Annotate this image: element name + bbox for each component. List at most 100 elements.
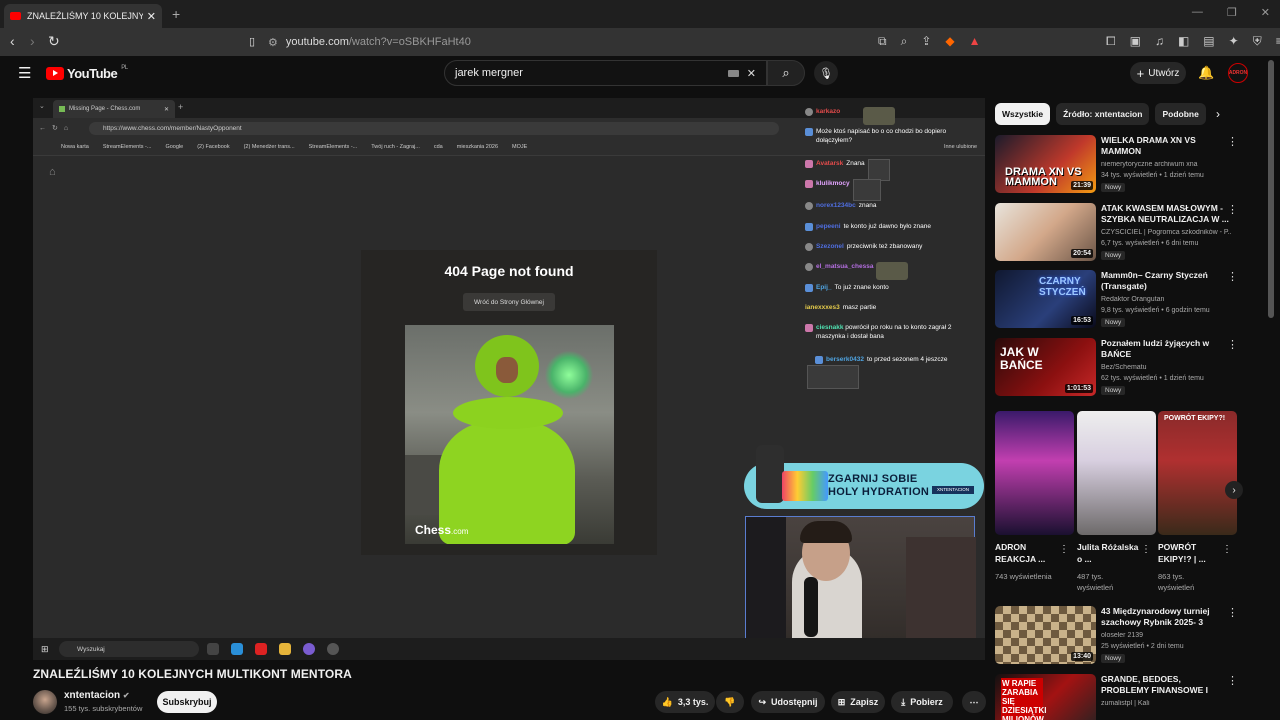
minimize-icon[interactable]: — — [1192, 6, 1203, 19]
streamer-hair — [800, 521, 852, 543]
rec-channel[interactable]: niemerytoryczne archiwum xna — [1101, 161, 1231, 168]
page-scrollbar[interactable] — [1268, 60, 1274, 318]
create-button[interactable]: + Utwórz — [1130, 62, 1186, 84]
recommendation-item[interactable]: DRAMA XN VS MAMMON 21:39 WIELKA DRAMA XN… — [995, 135, 1265, 197]
rec-title[interactable]: WIELKA DRAMA XN VS MAMMON — [1101, 135, 1229, 157]
recommendation-item[interactable]: W RAPIE ZARABIA SIĘ DZIESIĄTKI MILIONÓW … — [995, 674, 1265, 720]
search-button[interactable]: ⌕ — [767, 60, 805, 86]
rec-thumbnail[interactable]: 13:40 — [995, 606, 1096, 664]
voice-search-button[interactable]: 🎙 — [814, 61, 838, 85]
short-menu-icon[interactable]: ⋮ — [1141, 544, 1151, 555]
short-title[interactable]: Julita Różalska o ... — [1077, 541, 1141, 565]
rec-channel[interactable]: zumalistpl | Kali — [1101, 700, 1231, 707]
rec-channel[interactable]: Bez/Schematu — [1101, 364, 1231, 371]
stream-nav-icons: ←↻⌂ — [39, 125, 75, 132]
maximize-icon[interactable]: ❐ — [1227, 6, 1237, 19]
like-button[interactable]: 👍 3,3 tys. — [655, 691, 715, 713]
brave-shields-icon[interactable]: ◆ — [945, 34, 954, 49]
short-title[interactable]: ADRON REAKCJA ... — [995, 541, 1059, 565]
share-button[interactable]: ↪ Udostępnij — [751, 691, 825, 713]
hamburger-menu-icon[interactable]: ☰ — [18, 64, 31, 82]
thumb-text: W RAPIE ZARABIA SIĘ DZIESIĄTKI MILIONÓW — [1001, 678, 1046, 720]
duration-badge: 1:01:53 — [1064, 384, 1093, 393]
clear-search-icon[interactable]: ✕ — [747, 67, 756, 80]
recommendation-item[interactable]: 13:40 43 Międzynarodowy turniej szachowy… — [995, 606, 1265, 668]
rec-thumbnail[interactable]: CZARNY STYCZEŃ 16:53 — [995, 270, 1096, 328]
rec-menu-icon[interactable]: ⋮ — [1227, 338, 1238, 351]
reload-icon[interactable]: ↻ — [48, 33, 60, 50]
vpn-icon[interactable]: ⛨ — [1253, 34, 1262, 49]
short-menu-icon[interactable]: ⋮ — [1222, 544, 1232, 555]
rec-channel[interactable]: CZYŚCICIEL | Pogromca szkodników - P... — [1101, 229, 1231, 236]
account-avatar[interactable]: ADRON — [1228, 63, 1248, 83]
rec-channel[interactable]: oloseler 2139 — [1101, 632, 1231, 639]
dislike-button[interactable]: 👎 — [716, 691, 744, 713]
ad-brand: XNTENTACION — [932, 486, 974, 494]
rec-channel[interactable]: Redaktor Orangutan — [1101, 296, 1231, 303]
browser-tab[interactable]: ZNALEŹLIŚMY 10 KOLEJNYCH M ✕ — [4, 4, 162, 28]
wallet-icon[interactable]: ▤ — [1203, 34, 1214, 49]
recommendation-item[interactable]: 20:54 ATAK KWASEM MASŁOWYM - SZYBKA NEUT… — [995, 203, 1265, 265]
extensions-icon[interactable]: ⧠ — [1106, 34, 1116, 49]
screenshot-icon[interactable]: ▣ — [1130, 34, 1141, 49]
rec-title[interactable]: ATAK KWASEM MASŁOWYM - SZYBKA NEUTRALIZA… — [1101, 203, 1229, 225]
back-icon[interactable]: ‹ — [10, 33, 15, 49]
recommendation-item[interactable]: JAK W BAŃCE 1:01:53 Poznałem ludzi żyjąc… — [995, 338, 1265, 400]
channel-avatar[interactable] — [33, 690, 57, 714]
rec-title[interactable]: GRANDE, BEDOES, PROBLEMY FINANSOWE I EGO… — [1101, 674, 1229, 698]
subscribe-button[interactable]: Subskrybuj — [157, 691, 217, 713]
bookmark-icon[interactable]: ▯ — [249, 35, 255, 48]
close-window-icon[interactable]: ✕ — [1261, 6, 1270, 19]
duration-badge: 13:40 — [1071, 652, 1093, 661]
save-button[interactable]: ⊞ Zapisz — [831, 691, 885, 713]
music-icon[interactable]: ♫ — [1155, 34, 1164, 49]
sidebar-icon[interactable]: ◧ — [1178, 34, 1189, 49]
notifications-bell-icon[interactable]: 🔔 — [1198, 65, 1214, 81]
rec-title[interactable]: 43 Międzynarodowy turniej szachowy Rybni… — [1101, 606, 1229, 628]
rec-thumbnail[interactable]: JAK W BAŃCE 1:01:53 — [995, 338, 1096, 396]
rec-menu-icon[interactable]: ⋮ — [1227, 135, 1238, 148]
youtube-logo[interactable]: YouTube PL — [46, 65, 128, 81]
rec-menu-icon[interactable]: ⋮ — [1227, 203, 1238, 216]
menu-icon[interactable]: ≡ — [1276, 34, 1280, 49]
rec-thumbnail[interactable]: W RAPIE ZARABIA SIĘ DZIESIĄTKI MILIONÓW — [995, 674, 1096, 720]
zoom-icon[interactable]: ⌕ — [901, 34, 908, 49]
short-menu-icon[interactable]: ⋮ — [1059, 544, 1069, 555]
rec-title[interactable]: Poznałem ludzi żyjących w BAŃCE — [1101, 338, 1229, 360]
chevron-right-icon[interactable]: › — [1216, 107, 1220, 121]
download-button[interactable]: ⤓ Pobierz — [891, 691, 953, 713]
share-page-icon[interactable]: ⇪ — [921, 34, 931, 49]
new-tab-icon[interactable]: + — [172, 6, 180, 22]
rec-menu-icon[interactable]: ⋮ — [1227, 270, 1238, 283]
chip-related[interactable]: Podobne — [1155, 103, 1206, 125]
keyboard-icon[interactable] — [727, 69, 739, 77]
brave-rewards-icon[interactable]: ▲ — [969, 34, 981, 49]
rec-thumbnail[interactable]: 20:54 — [995, 203, 1096, 261]
short-thumbnail[interactable] — [995, 411, 1074, 535]
channel-name[interactable]: xntentacion ✔ — [64, 690, 130, 701]
close-tab-icon[interactable]: ✕ — [147, 10, 156, 23]
rec-menu-icon[interactable]: ⋮ — [1227, 606, 1238, 619]
short-thumbnail[interactable] — [1077, 411, 1156, 535]
shorts-next-icon[interactable]: › — [1225, 481, 1243, 499]
site-info-icon[interactable]: ⚙ — [268, 36, 278, 49]
rec-thumbnail[interactable]: DRAMA XN VS MAMMON 21:39 — [995, 135, 1096, 193]
edge-icon — [231, 643, 243, 655]
forward-icon[interactable]: › — [30, 33, 35, 49]
rec-title[interactable]: Mamm0n– Czarny Styczeń (Transgate) — [1101, 270, 1229, 292]
not-found-title: 404 Page not found — [444, 263, 574, 279]
video-player[interactable]: ⌄ Missing Page - Chess.com ✕ + https://w… — [33, 98, 985, 660]
rec-menu-icon[interactable]: ⋮ — [1227, 674, 1238, 687]
search-input[interactable]: jarek mergner ✕ — [444, 60, 767, 86]
short-title[interactable]: POWRÓT EKIPY!? | ... — [1158, 541, 1222, 565]
duration-badge: 16:53 — [1071, 316, 1093, 325]
recommendation-item[interactable]: CZARNY STYCZEŃ 16:53 Mamm0n– Czarny Styc… — [995, 270, 1265, 332]
chip-source[interactable]: Źródło: xntentacion — [1056, 103, 1150, 125]
short-thumbnail[interactable]: POWRÓT EKIPY?! — [1158, 411, 1237, 535]
chip-all[interactable]: Wszystkie — [995, 103, 1051, 125]
ai-icon[interactable]: ✦ — [1229, 34, 1239, 49]
more-actions-button[interactable]: ⋯ — [962, 691, 986, 713]
open-in-app-icon[interactable]: ⧉ — [878, 34, 887, 49]
bookmark-7: cda — [433, 143, 443, 150]
chess-favicon-icon — [59, 106, 65, 112]
